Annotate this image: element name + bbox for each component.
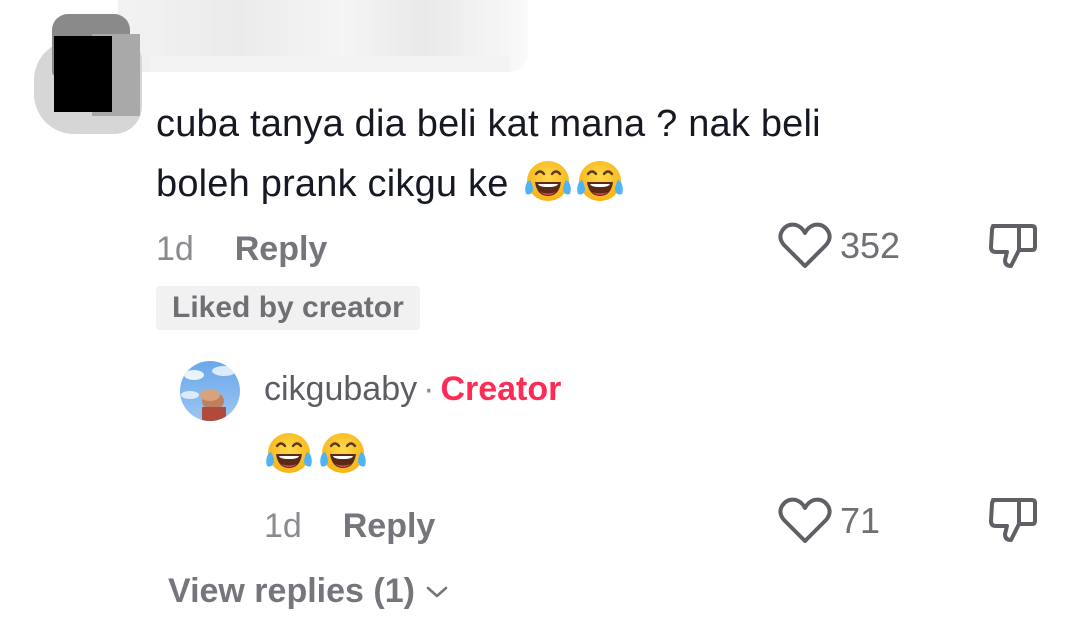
reply-reply-button[interactable]: Reply [343,507,436,545]
comment-dislike-button[interactable] [988,222,1038,275]
reply-header: cikgubaby · Creator [264,370,561,409]
reply-like-button[interactable]: 71 [778,497,880,545]
comment-line-1: cuba tanya dia beli kat mana ? nak beli [156,103,821,145]
comment-like-count: 352 [840,225,901,266]
heart-outline-icon[interactable] [778,497,832,545]
redacted-username-shadow [150,56,510,72]
liked-by-creator-badge: Liked by creator [156,286,420,330]
view-replies-button[interactable]: View replies (1) [168,572,449,611]
avatar-image [180,361,240,421]
tears-of-joy-emoji-icon [523,158,573,204]
reply-dislike-button[interactable] [988,496,1038,549]
reply-username[interactable]: cikgubaby [264,370,417,408]
reply-like-count: 71 [840,500,881,541]
comment-like-button[interactable]: 352 [778,222,900,270]
comment-line-2: boleh prank cikgu ke [156,154,956,214]
thumbs-down-icon[interactable] [988,222,1038,270]
tears-of-joy-emoji-icon [264,430,314,476]
comment-reply-button[interactable]: Reply [235,230,328,268]
view-replies-label[interactable]: View replies (1) [168,572,415,611]
comment-meta: 1d Reply [156,230,327,269]
separator-dot: · [423,370,435,408]
reply-text [264,430,368,476]
tears-of-joy-emoji-icon [318,430,368,476]
reply-age: 1d [264,507,302,545]
tears-of-joy-emoji-icon [575,158,625,204]
redacted-avatar[interactable] [34,6,142,134]
comment-text: cuba tanya dia beli kat mana ? nak beli … [156,94,956,214]
creator-label: Creator [440,370,562,408]
reply-avatar[interactable] [180,361,240,421]
reply-meta: 1d Reply [264,507,435,546]
chevron-down-icon[interactable] [425,584,449,600]
comment-age: 1d [156,230,194,268]
heart-outline-icon[interactable] [778,222,832,270]
thumbs-down-icon[interactable] [988,496,1038,544]
comment-line-2-text: boleh prank cikgu ke [156,163,509,205]
